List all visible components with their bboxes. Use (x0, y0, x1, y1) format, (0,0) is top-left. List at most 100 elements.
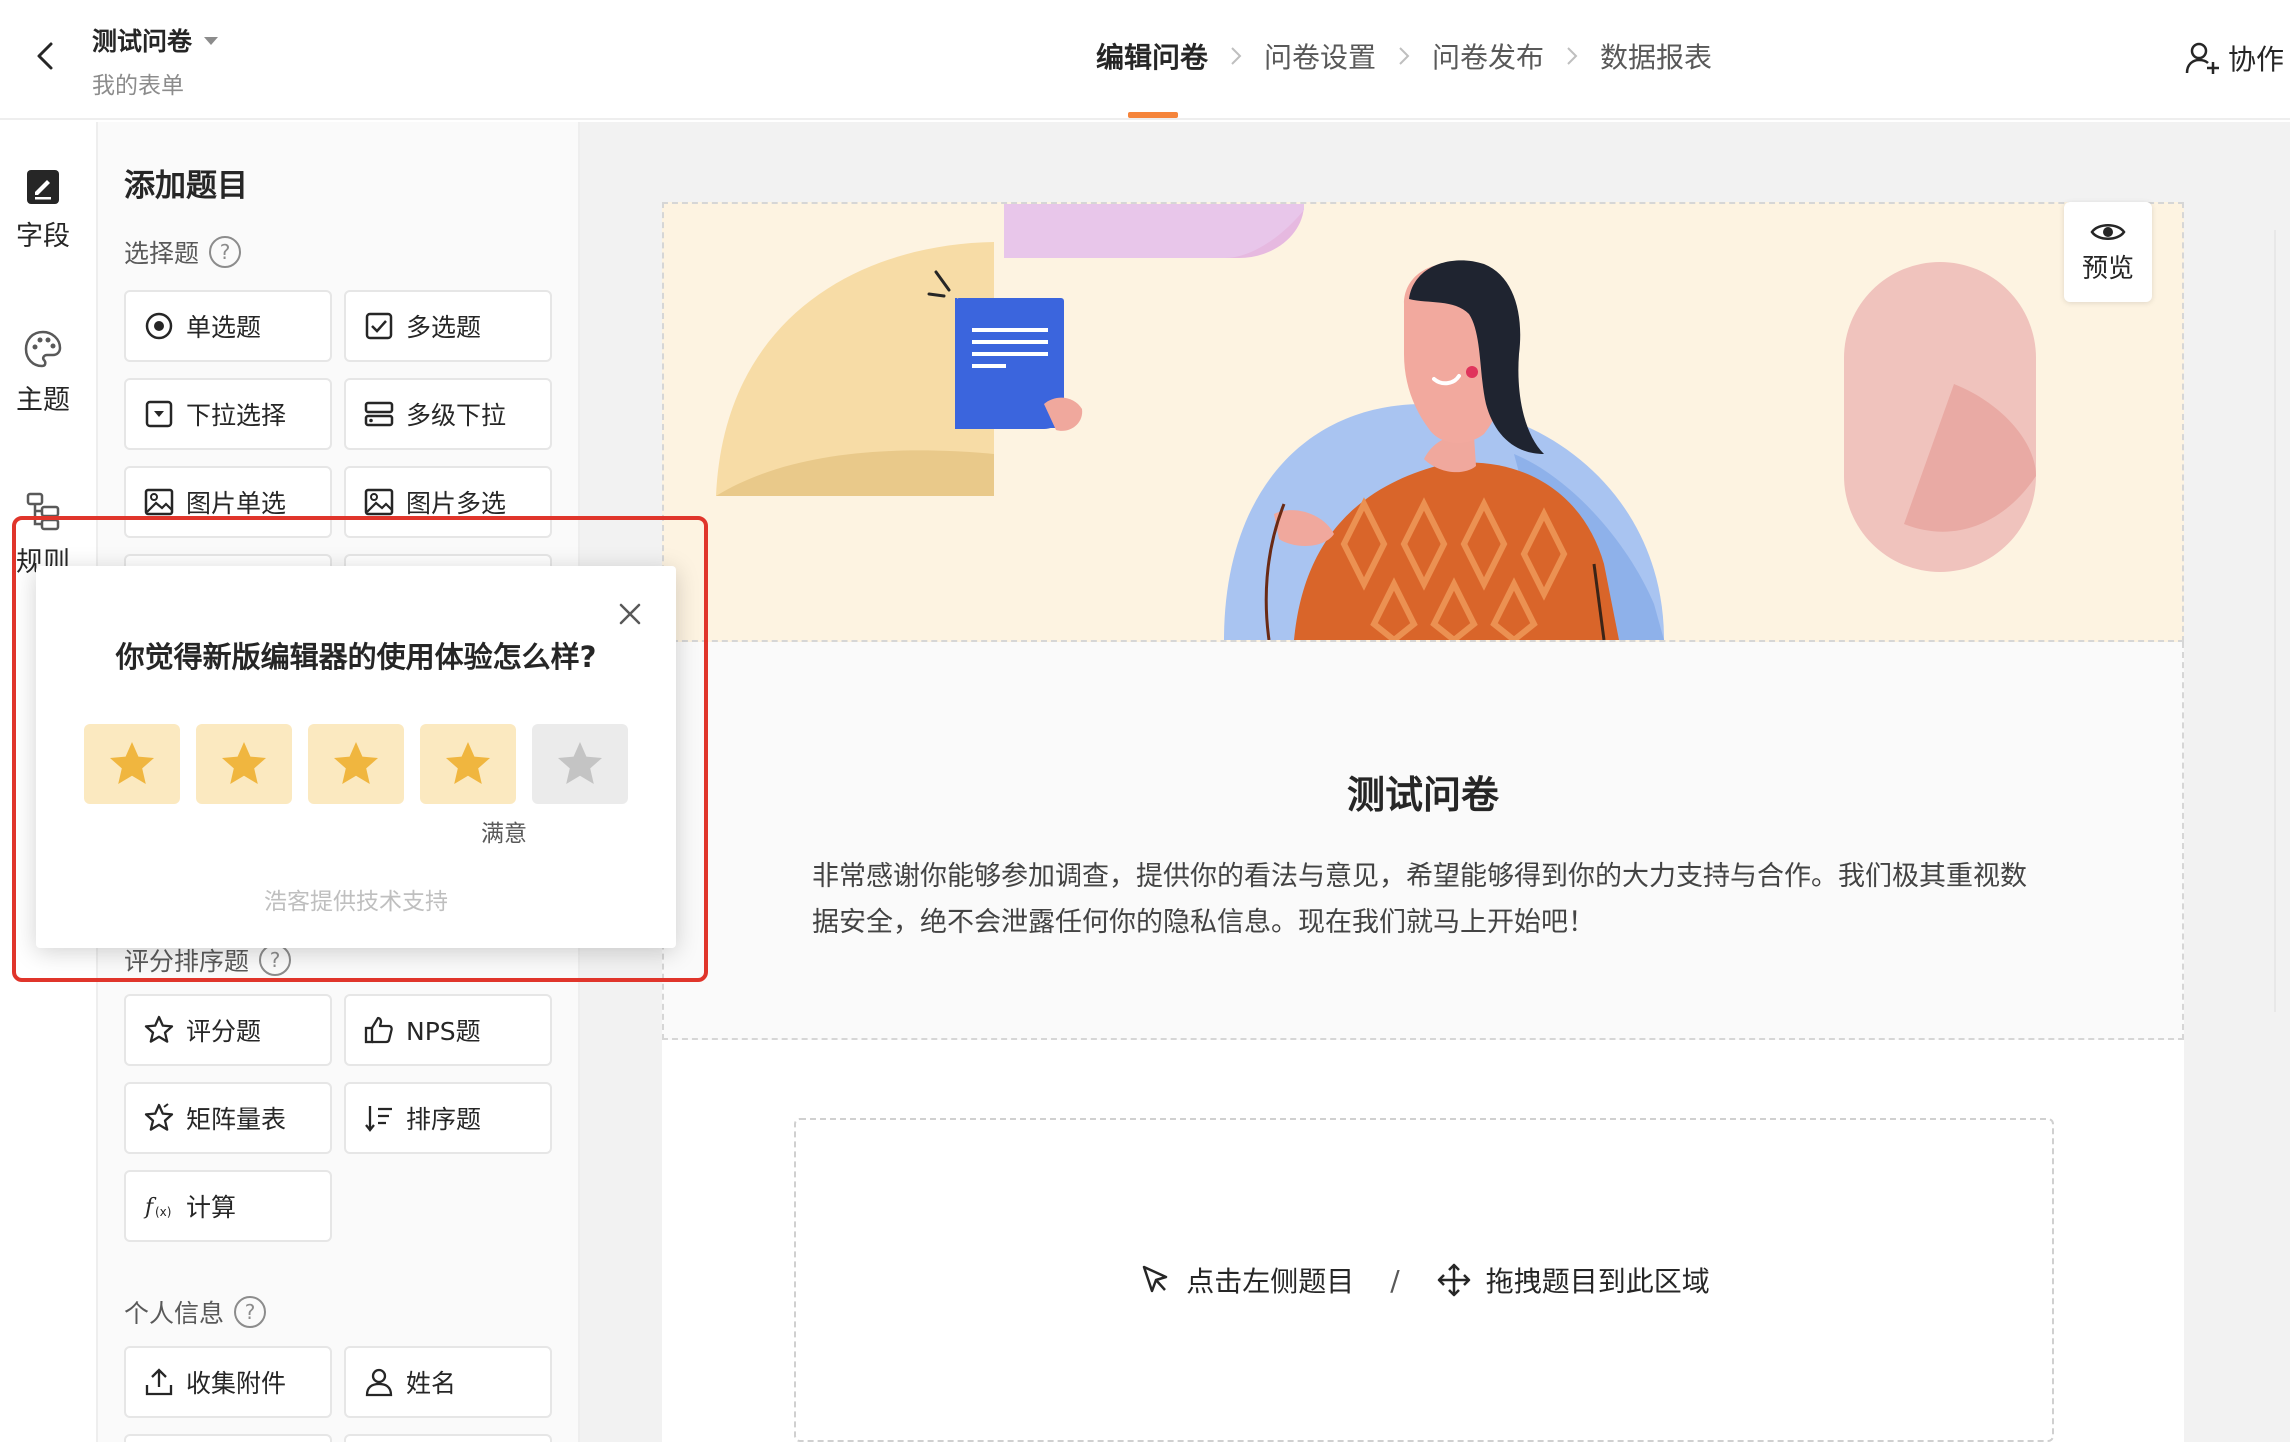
rules-icon (26, 492, 60, 531)
star-rating-3[interactable] (308, 724, 404, 804)
cursor-pointer-icon (1143, 1265, 1168, 1293)
help-icon[interactable]: ? (259, 944, 292, 976)
add-cascade-dropdown[interactable]: 多级下拉 (344, 378, 552, 450)
chevron-right-icon (1208, 45, 1264, 67)
step-publish[interactable]: 问卷发布 (1432, 36, 1544, 76)
star-rating (84, 724, 628, 804)
add-dropdown[interactable]: 下拉选择 (124, 378, 332, 450)
chevron-right-icon (1544, 45, 1600, 67)
palette-icon (24, 330, 62, 368)
cascade-icon (364, 401, 394, 427)
step-settings[interactable]: 问卷设置 (1264, 36, 1376, 76)
star-icon (222, 742, 266, 784)
add-image-single[interactable]: 图片单选 (124, 466, 332, 538)
btn-label: 单选题 (186, 313, 262, 342)
app-root: 测试问卷 我的表单 编辑问卷 问卷设置 问卷发布 数据报表 协作 字段 主题 规… (0, 0, 2290, 1442)
add-calculation[interactable]: f (x) 计算 (124, 1170, 332, 1242)
help-icon[interactable]: ? (234, 1296, 267, 1328)
step-nav: 编辑问卷 问卷设置 问卷发布 数据报表 (1096, 36, 1712, 118)
btn-label: 收集附件 (186, 1369, 287, 1398)
checkbox-icon (365, 312, 393, 340)
section-label: 选择题 (124, 239, 200, 268)
btn-label: 计算 (186, 1193, 237, 1222)
dropdown-icon (145, 400, 173, 428)
thumbs-up-icon (364, 1016, 393, 1044)
btn-label: NPS题 (406, 1017, 481, 1046)
star-icon (446, 742, 490, 784)
panel-title: 添加题目 (124, 168, 248, 204)
add-single-choice[interactable]: 单选题 (124, 290, 332, 362)
add-rating[interactable]: 评分题 (124, 994, 332, 1066)
user-add-icon (2185, 42, 2219, 74)
chevron-right-icon (1376, 45, 1432, 67)
add-sorting[interactable]: 排序题 (344, 1082, 552, 1154)
canvas-form-title[interactable]: 测试问卷 (664, 764, 2182, 819)
btn-label: 排序题 (406, 1105, 482, 1134)
radio-icon (145, 312, 173, 340)
add-nps[interactable]: NPS题 (344, 994, 552, 1066)
canvas-form-description[interactable]: 非常感谢你能够参加调查，提供你的看法与意见，希望能够得到你的大力支持与合作。我们… (812, 854, 2042, 946)
add-multi-choice[interactable]: 多选题 (344, 290, 552, 362)
btn-label: 姓名 (406, 1369, 457, 1398)
drag-move-icon (1437, 1263, 1470, 1297)
add-name[interactable]: 姓名 (344, 1346, 552, 1418)
star-outline-icon (144, 1015, 174, 1043)
help-icon[interactable]: ? (209, 236, 242, 268)
rail-item-fields[interactable]: 字段 (0, 166, 86, 253)
star-rating-4[interactable] (420, 724, 516, 804)
close-icon[interactable] (612, 596, 648, 632)
drop-separator: / (1390, 1263, 1400, 1297)
add-image-multi[interactable]: 图片多选 (344, 466, 552, 538)
preview-label: 预览 (2081, 253, 2134, 284)
hidden-component-button[interactable] (124, 1434, 332, 1442)
btn-label: 多选题 (406, 313, 482, 342)
feedback-question: 你觉得新版编辑器的使用体验怎么样? (115, 640, 597, 674)
sort-icon (365, 1106, 392, 1132)
eye-icon (2090, 223, 2126, 240)
btn-label: 评分题 (186, 1017, 262, 1046)
editor-canvas: 预览 测试问卷 非常感谢你能够参加调查，提供你的看法与意见，希望能够得到你的大力… (580, 122, 2290, 1442)
matrix-star-icon (144, 1103, 174, 1131)
question-drop-zone[interactable]: 点击左侧题目 / 拖拽题目到此区域 (794, 1118, 2054, 1442)
back-arrow-icon[interactable] (26, 36, 66, 76)
right-scroll-track[interactable] (2274, 230, 2290, 1012)
svg-text:(x): (x) (155, 1205, 171, 1219)
banner-illustration (664, 204, 2182, 640)
btn-label: 下拉选择 (186, 401, 287, 430)
star-icon (334, 742, 378, 784)
rating-label: 满意 (481, 821, 527, 847)
btn-label: 图片单选 (186, 489, 287, 518)
powered-by: 浩客提供技术支持 (264, 889, 448, 915)
image-icon (144, 488, 174, 516)
add-matrix-scale[interactable]: 矩阵量表 (124, 1082, 332, 1154)
form-subtitle: 我的表单 (92, 73, 184, 99)
section-personal: 个人信息 ? (124, 1294, 267, 1330)
upload-icon (145, 1368, 173, 1396)
btn-label: 多级下拉 (406, 401, 507, 430)
rail-label: 字段 (16, 221, 70, 252)
collab-label: 协作 (2228, 43, 2285, 76)
step-reports[interactable]: 数据报表 (1600, 36, 1712, 76)
star-rating-5[interactable] (532, 724, 628, 804)
add-attachment[interactable]: 收集附件 (124, 1346, 332, 1418)
preview-button[interactable]: 预览 (2064, 202, 2152, 302)
form-title: 测试问卷 (92, 27, 193, 56)
drop-drag-text: 拖拽题目到此区域 (1485, 1265, 1710, 1298)
function-icon: f (x) (143, 1195, 171, 1220)
star-icon (558, 742, 602, 784)
step-edit[interactable]: 编辑问卷 (1096, 36, 1208, 118)
feedback-popup: 你觉得新版编辑器的使用体验怎么样? 满意 浩客提供技术支持 (36, 566, 676, 948)
form-banner[interactable] (662, 202, 2184, 642)
star-rating-2[interactable] (196, 724, 292, 804)
image-icon (364, 488, 394, 516)
caret-down-icon (204, 37, 219, 45)
rail-item-theme[interactable]: 主题 (0, 328, 86, 417)
field-edit-icon (27, 170, 59, 204)
collab-button[interactable]: 协作 (2184, 38, 2284, 78)
form-header-card[interactable]: 测试问卷 非常感谢你能够参加调查，提供你的看法与意见，希望能够得到你的大力支持与… (662, 642, 2184, 1040)
star-rating-1[interactable] (84, 724, 180, 804)
hidden-component-button[interactable] (344, 1434, 552, 1442)
section-label: 个人信息 (124, 1299, 225, 1328)
user-icon (365, 1368, 393, 1397)
form-title-dropdown[interactable]: 测试问卷 (92, 22, 219, 58)
